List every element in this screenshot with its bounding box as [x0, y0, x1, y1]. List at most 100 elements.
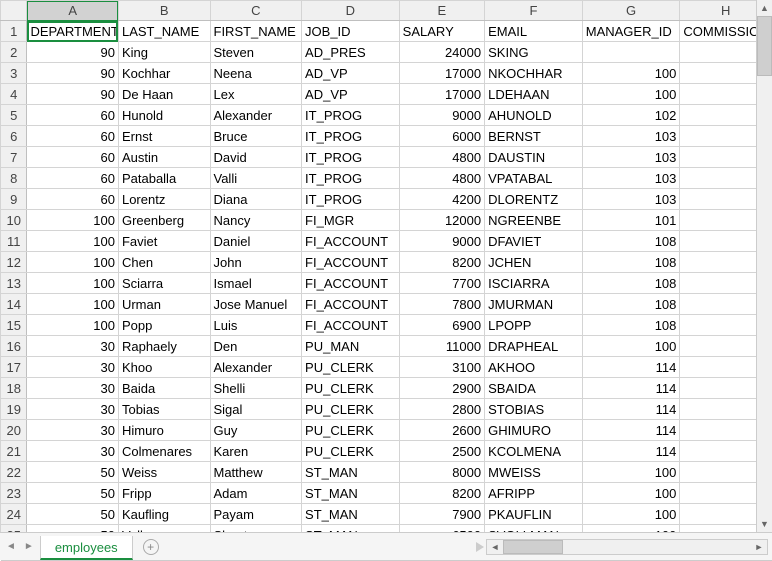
cell-E24[interactable]: 7900 [399, 504, 484, 525]
sheet-tab-employees[interactable]: employees [40, 536, 133, 560]
cell-A8[interactable]: 60 [27, 168, 119, 189]
cell-B11[interactable]: Faviet [118, 231, 210, 252]
cell-C2[interactable]: Steven [210, 42, 302, 63]
tab-nav-next-icon[interactable]: ► [24, 541, 34, 552]
row-header-13[interactable]: 13 [1, 273, 27, 294]
cell-C12[interactable]: John [210, 252, 302, 273]
cell-E6[interactable]: 6000 [399, 126, 484, 147]
row-header-6[interactable]: 6 [1, 126, 27, 147]
cell-B20[interactable]: Himuro [118, 420, 210, 441]
cell-F12[interactable]: JCHEN [485, 252, 583, 273]
cell-F23[interactable]: AFRIPP [485, 483, 583, 504]
row-header-16[interactable]: 16 [1, 336, 27, 357]
cell-G19[interactable]: 114 [582, 399, 680, 420]
cell-D15[interactable]: FI_ACCOUNT [302, 315, 400, 336]
cell-E15[interactable]: 6900 [399, 315, 484, 336]
cell-F5[interactable]: AHUNOLD [485, 105, 583, 126]
cell-E25[interactable]: 6500 [399, 525, 484, 533]
row-header-5[interactable]: 5 [1, 105, 27, 126]
cell-F2[interactable]: SKING [485, 42, 583, 63]
cell-G21[interactable]: 114 [582, 441, 680, 462]
cell-C22[interactable]: Matthew [210, 462, 302, 483]
cell-D19[interactable]: PU_CLERK [302, 399, 400, 420]
cell-G11[interactable]: 108 [582, 231, 680, 252]
row-header-8[interactable]: 8 [1, 168, 27, 189]
cell-A9[interactable]: 60 [27, 189, 119, 210]
cell-G6[interactable]: 103 [582, 126, 680, 147]
cell-A25[interactable]: 50 [27, 525, 119, 533]
cell-G12[interactable]: 108 [582, 252, 680, 273]
cell-D3[interactable]: AD_VP [302, 63, 400, 84]
cell-F3[interactable]: NKOCHHAR [485, 63, 583, 84]
vscroll-track[interactable] [757, 16, 772, 516]
cell-A4[interactable]: 90 [27, 84, 119, 105]
cell-E1[interactable]: SALARY [399, 21, 484, 42]
cell-B12[interactable]: Chen [118, 252, 210, 273]
cell-E19[interactable]: 2800 [399, 399, 484, 420]
cell-G23[interactable]: 100 [582, 483, 680, 504]
cell-E3[interactable]: 17000 [399, 63, 484, 84]
cell-B6[interactable]: Ernst [118, 126, 210, 147]
cell-A13[interactable]: 100 [27, 273, 119, 294]
cell-A19[interactable]: 30 [27, 399, 119, 420]
cell-E14[interactable]: 7800 [399, 294, 484, 315]
add-sheet-button[interactable]: + [133, 533, 169, 560]
cell-A7[interactable]: 60 [27, 147, 119, 168]
cell-D5[interactable]: IT_PROG [302, 105, 400, 126]
row-header-4[interactable]: 4 [1, 84, 27, 105]
cell-B14[interactable]: Urman [118, 294, 210, 315]
spreadsheet-grid[interactable]: A B C D E F G H 1 DEPARTMENT LAST_NAME F… [0, 0, 772, 532]
cell-B17[interactable]: Khoo [118, 357, 210, 378]
cell-B10[interactable]: Greenberg [118, 210, 210, 231]
cell-A1[interactable]: DEPARTMENT [27, 21, 119, 42]
cell-D7[interactable]: IT_PROG [302, 147, 400, 168]
cell-E11[interactable]: 9000 [399, 231, 484, 252]
cell-C10[interactable]: Nancy [210, 210, 302, 231]
tab-nav-buttons[interactable]: ◄ ► [0, 533, 40, 560]
cell-F25[interactable]: SVOLLMAN [485, 525, 583, 533]
cell-G22[interactable]: 100 [582, 462, 680, 483]
cell-B15[interactable]: Popp [118, 315, 210, 336]
cell-F13[interactable]: ISCIARRA [485, 273, 583, 294]
cell-F18[interactable]: SBAIDA [485, 378, 583, 399]
cell-G3[interactable]: 100 [582, 63, 680, 84]
horizontal-scrollbar[interactable]: ◄ ► [486, 539, 768, 555]
cell-D11[interactable]: FI_ACCOUNT [302, 231, 400, 252]
cell-F21[interactable]: KCOLMENA [485, 441, 583, 462]
hscroll-track[interactable] [503, 540, 751, 554]
cell-B1[interactable]: LAST_NAME [118, 21, 210, 42]
cell-G25[interactable]: 100 [582, 525, 680, 533]
cell-D14[interactable]: FI_ACCOUNT [302, 294, 400, 315]
cell-F10[interactable]: NGREENBE [485, 210, 583, 231]
cell-D13[interactable]: FI_ACCOUNT [302, 273, 400, 294]
cell-F9[interactable]: DLORENTZ [485, 189, 583, 210]
cell-D8[interactable]: IT_PROG [302, 168, 400, 189]
vertical-scrollbar[interactable]: ▲ ▼ [756, 0, 772, 532]
cell-E12[interactable]: 8200 [399, 252, 484, 273]
cell-B9[interactable]: Lorentz [118, 189, 210, 210]
cell-A21[interactable]: 30 [27, 441, 119, 462]
col-header-D[interactable]: D [302, 1, 400, 21]
cell-E8[interactable]: 4800 [399, 168, 484, 189]
cell-E16[interactable]: 11000 [399, 336, 484, 357]
cell-C24[interactable]: Payam [210, 504, 302, 525]
cell-D12[interactable]: FI_ACCOUNT [302, 252, 400, 273]
cell-E7[interactable]: 4800 [399, 147, 484, 168]
cell-C7[interactable]: David [210, 147, 302, 168]
cell-C19[interactable]: Sigal [210, 399, 302, 420]
cell-E23[interactable]: 8200 [399, 483, 484, 504]
cell-F8[interactable]: VPATABAL [485, 168, 583, 189]
cell-G13[interactable]: 108 [582, 273, 680, 294]
cell-E17[interactable]: 3100 [399, 357, 484, 378]
scroll-left-icon[interactable]: ◄ [487, 540, 503, 554]
cell-G5[interactable]: 102 [582, 105, 680, 126]
cell-D6[interactable]: IT_PROG [302, 126, 400, 147]
cell-G14[interactable]: 108 [582, 294, 680, 315]
cell-B24[interactable]: Kaufling [118, 504, 210, 525]
cell-E4[interactable]: 17000 [399, 84, 484, 105]
cell-G15[interactable]: 108 [582, 315, 680, 336]
cell-F4[interactable]: LDEHAAN [485, 84, 583, 105]
cell-C15[interactable]: Luis [210, 315, 302, 336]
cell-D9[interactable]: IT_PROG [302, 189, 400, 210]
cell-A6[interactable]: 60 [27, 126, 119, 147]
